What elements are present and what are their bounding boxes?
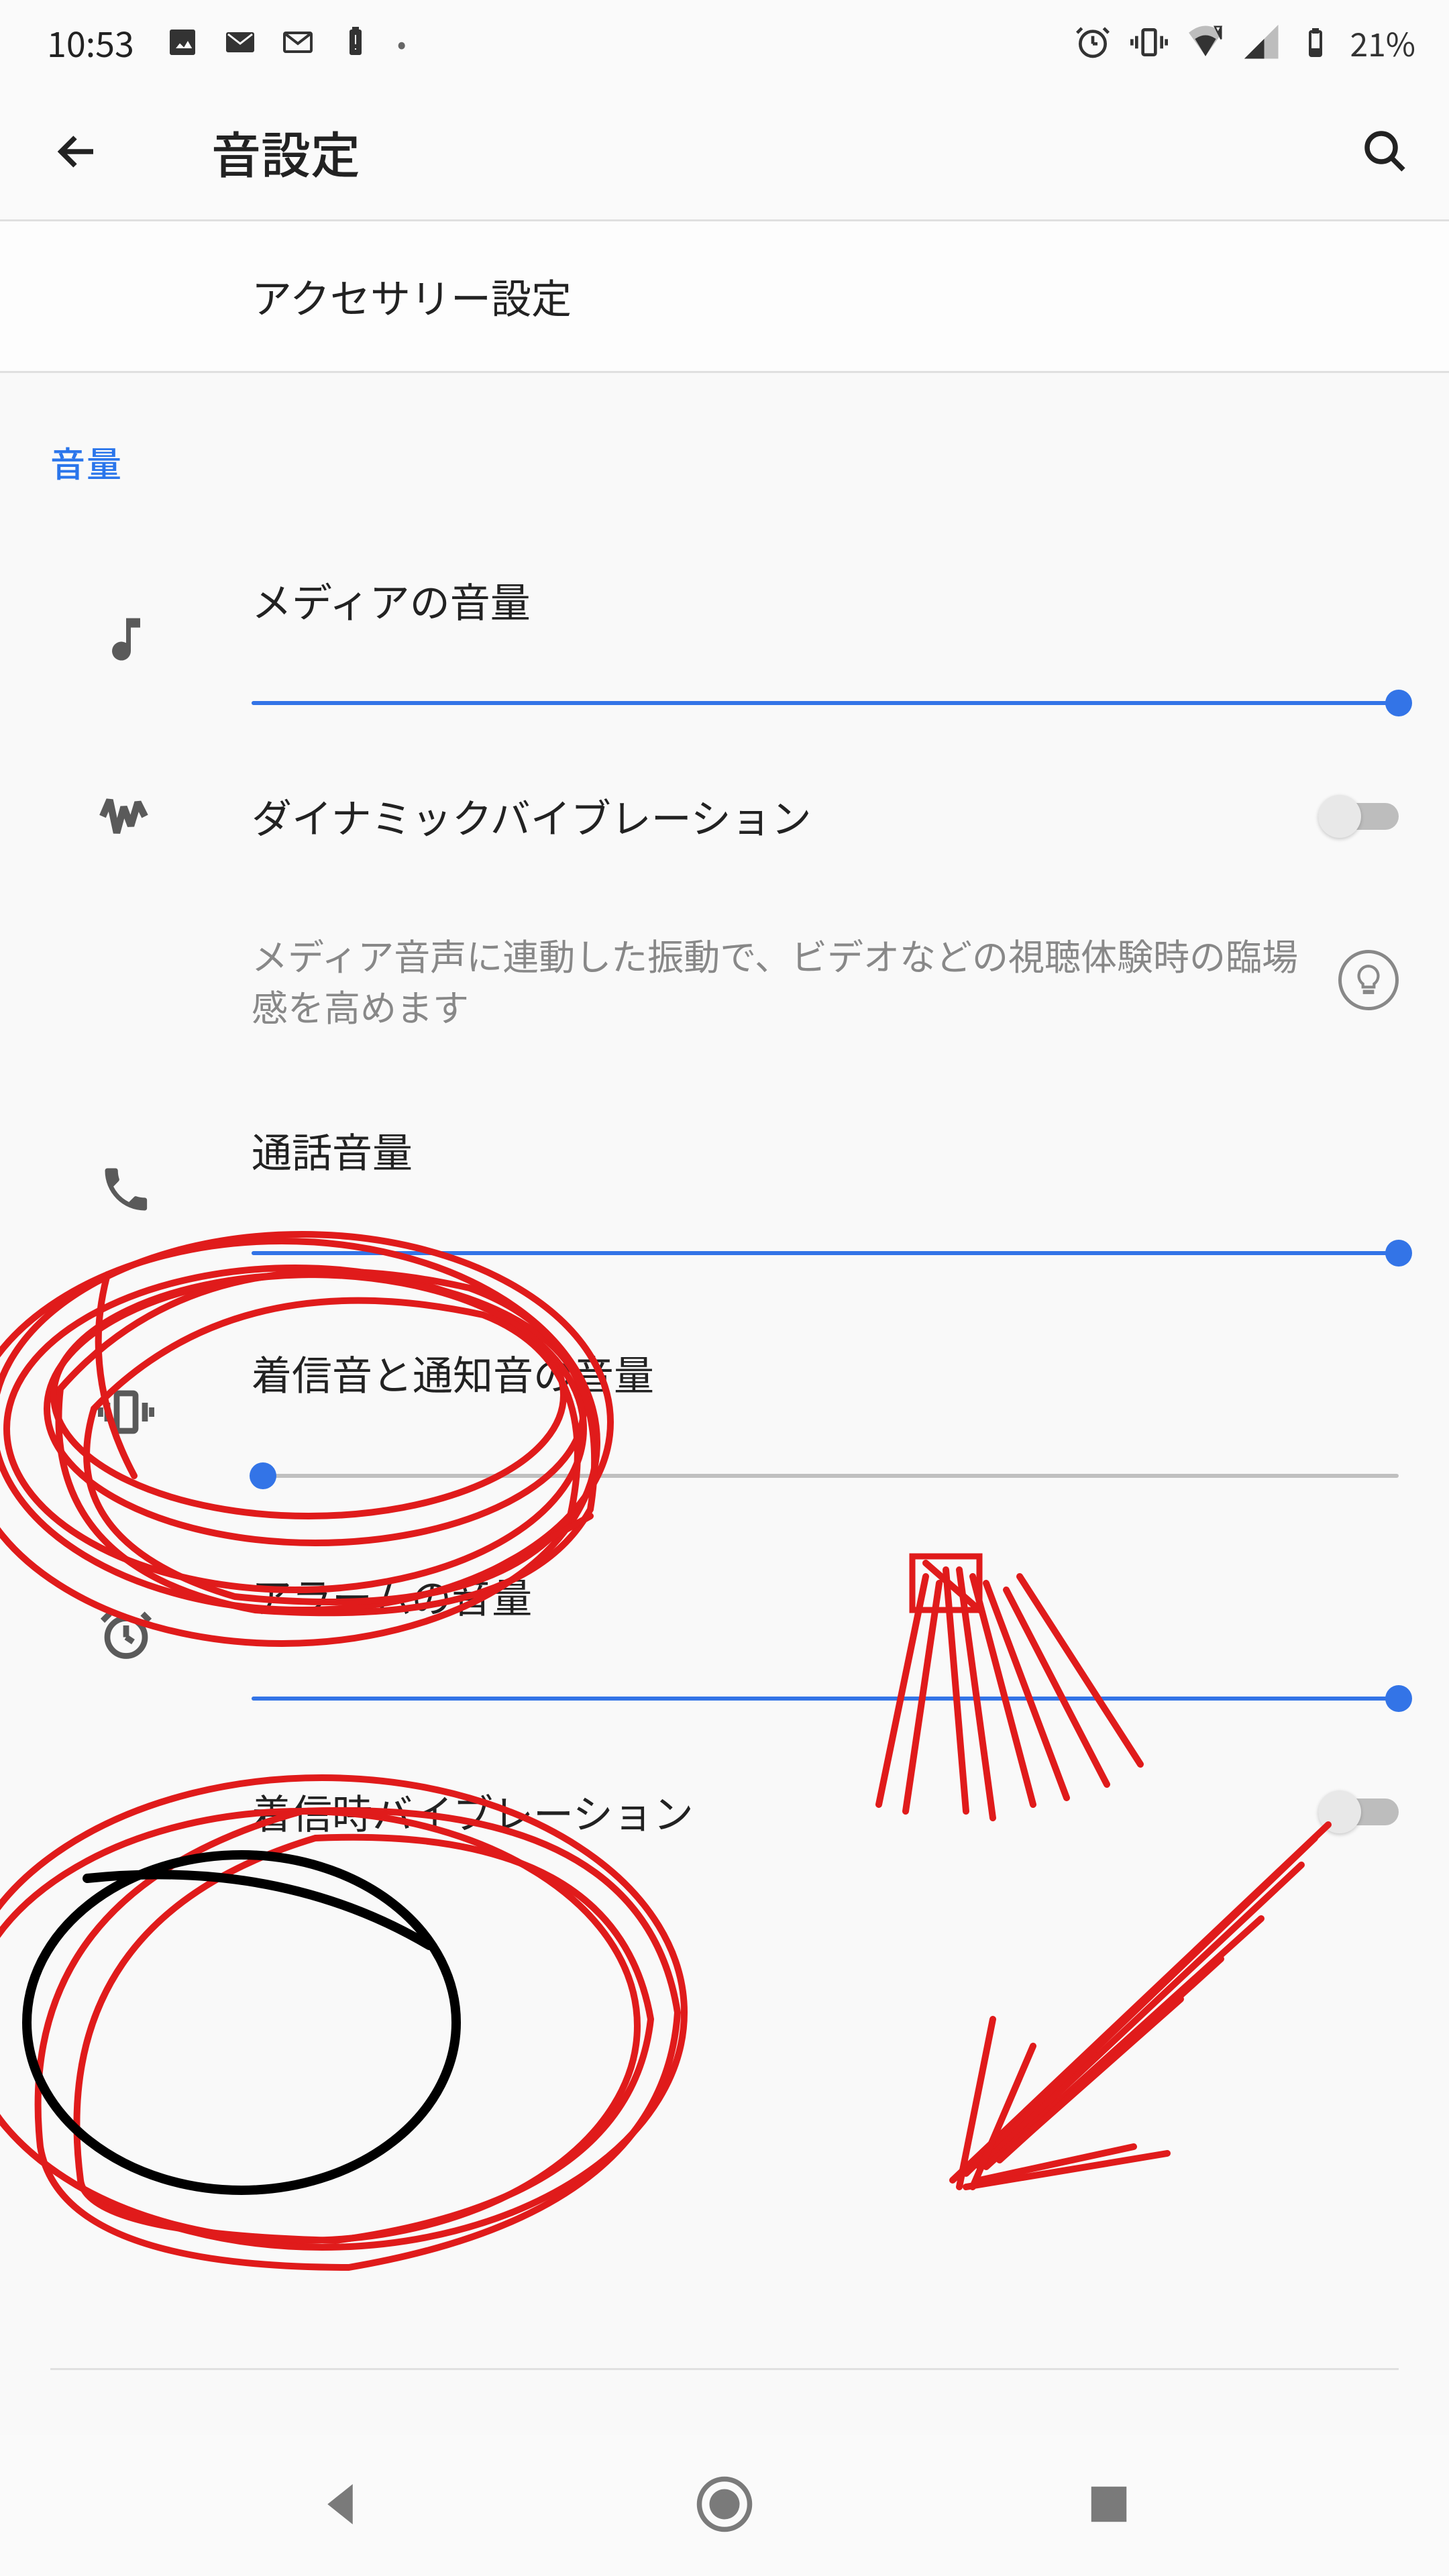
alarm-volume-row: アラームの音量 <box>0 1509 1449 1732</box>
accessory-settings-label: アクセサリー設定 <box>252 267 1449 325</box>
image-icon <box>166 26 199 58</box>
status-bar: 10:53 • 21% <box>0 0 1449 84</box>
dynamic-vibration-row[interactable]: ダイナミックバイブレーション <box>0 737 1449 896</box>
ring-vibrate-icon <box>0 1344 252 1440</box>
vibration-wave-icon <box>0 788 252 845</box>
dynamic-vibration-switch[interactable] <box>1318 792 1399 841</box>
dynamic-vibration-label: ダイナミックバイブレーション <box>252 787 1318 845</box>
alarm-volume-slider[interactable] <box>252 1685 1399 1712</box>
media-volume-row: メディアの音量 <box>0 514 1449 737</box>
battery-alert-icon <box>339 26 372 58</box>
ring-vibration-switch[interactable] <box>1318 1788 1399 1836</box>
media-volume-slider[interactable] <box>252 690 1399 716</box>
ring-vibration-row[interactable]: 着信時バイブレーション <box>0 1732 1449 1891</box>
status-clock: 10:53 <box>47 17 134 67</box>
nav-home-button[interactable] <box>694 2474 755 2538</box>
call-volume-label: 通話音量 <box>252 1121 1399 1179</box>
accessory-settings-row[interactable]: アクセサリー設定 <box>0 221 1449 373</box>
page-title: 音設定 <box>211 116 360 188</box>
media-volume-label: メディアの音量 <box>252 571 1399 629</box>
back-button[interactable] <box>47 121 107 182</box>
phone-icon <box>0 1121 252 1218</box>
ring-volume-row: 着信音と通知音の音量 <box>0 1287 1449 1509</box>
gmail-outline-icon <box>282 26 314 58</box>
nav-back-button[interactable] <box>310 2474 370 2538</box>
ring-volume-slider[interactable] <box>252 1462 1399 1489</box>
signal-icon <box>1243 23 1281 61</box>
search-button[interactable] <box>1355 121 1415 182</box>
divider <box>50 2368 1399 2370</box>
status-right: 21% <box>1074 19 1416 66</box>
nav-recent-button[interactable] <box>1079 2474 1139 2538</box>
status-left: 10:53 • <box>47 17 407 67</box>
vibrate-icon <box>1130 23 1168 61</box>
app-bar: 音設定 <box>0 84 1449 221</box>
ring-vibration-label: 着信時バイブレーション <box>252 1782 1318 1841</box>
call-volume-row: 通話音量 <box>0 1064 1449 1287</box>
navigation-bar <box>0 2435 1449 2576</box>
alarm-clock-icon <box>0 1566 252 1663</box>
volume-section: 音量 メディアの音量 ダイナミックバイブレーション メディア音声に連動した振動で… <box>0 373 1449 1891</box>
alarm-icon <box>1074 23 1112 61</box>
dot-icon: • <box>397 23 407 62</box>
call-volume-slider[interactable] <box>252 1240 1399 1267</box>
ring-volume-label: 着信音と通知音の音量 <box>252 1344 1399 1402</box>
alarm-volume-label: アラームの音量 <box>252 1566 1399 1625</box>
music-note-icon <box>0 571 252 667</box>
battery-icon <box>1299 26 1332 58</box>
wifi-icon <box>1187 23 1224 61</box>
section-header-volume: 音量 <box>0 373 1449 514</box>
dynamic-vibration-description-row: メディア音声に連動した振動で、ビデオなどの視聴体験時の臨場感を高めます <box>0 896 1449 1064</box>
dynamic-vibration-description: メディア音声に連動した振動で、ビデオなどの視聴体験時の臨場感を高めます <box>252 929 1311 1030</box>
battery-percentage: 21% <box>1350 19 1416 66</box>
info-button[interactable] <box>1338 950 1399 1010</box>
gmail-filled-icon <box>224 26 256 58</box>
